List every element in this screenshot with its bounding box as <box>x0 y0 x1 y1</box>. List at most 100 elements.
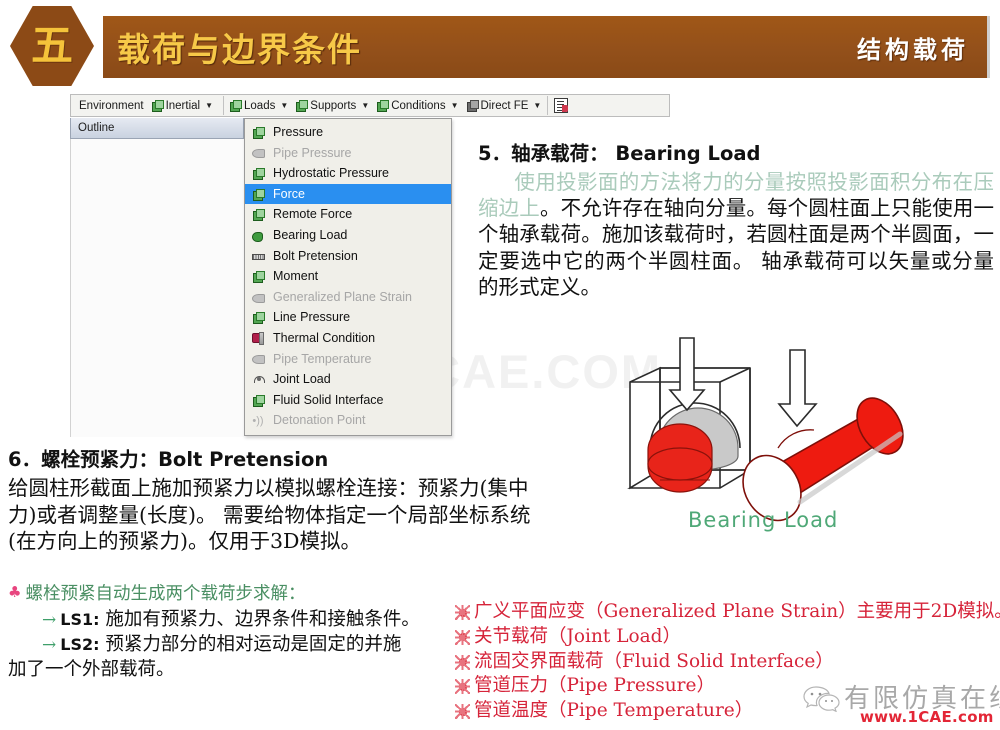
menu-item-fluid-solid-interface[interactable]: Fluid Solid Interface <box>245 390 451 411</box>
slide-page: 1CAE.COM 五 载荷与边界条件 结构载荷 Environment Iner… <box>0 0 1000 730</box>
menu-item-label: Force <box>273 186 305 201</box>
outline-tab-label: Outline <box>78 122 115 134</box>
loads-dropdown-menu[interactable]: Pressure Pipe Pressure Hydrostatic Press… <box>244 118 452 436</box>
bolt-step-tag: LS2: <box>60 634 100 654</box>
green-cube-icon <box>251 270 265 283</box>
green-cube-icon <box>251 394 265 407</box>
menu-item-label: Bearing Load <box>273 228 348 243</box>
arrow-right-icon: → <box>42 610 57 630</box>
sunburst-bullet-icon <box>455 679 470 695</box>
green-cube-icon <box>230 100 243 112</box>
list-item-label: 广义平面应变（Generalized Plane Strain）主要用于2D模拟… <box>474 601 1000 622</box>
menu-item-label: Generalized Plane Strain <box>273 289 412 304</box>
menu-item-bearing-load[interactable]: Bearing Load <box>245 225 451 246</box>
gray-thermometer-icon <box>251 353 265 365</box>
menu-item-label: Remote Force <box>273 207 353 222</box>
section-5-heading: 5．轴承载荷： Bearing Load <box>478 142 761 165</box>
bolt-step-ls2: → LS2: 预紧力部分的相对运动是固定的并施 <box>8 633 478 658</box>
chevron-down-icon[interactable]: ▼ <box>533 101 541 110</box>
header-banner: 载荷与边界条件 结构载荷 <box>103 16 990 78</box>
bolt-steps-heading-label: 螺栓预紧自动生成两个载荷步求解： <box>25 584 306 604</box>
brand-watermark: 有限仿真在线 www.1CAE.com <box>800 678 1000 726</box>
menu-item-label: Pipe Pressure <box>273 145 352 160</box>
sunburst-bullet-icon <box>455 629 470 645</box>
toolbar-supports-button[interactable]: Supports ▼ <box>292 95 373 116</box>
chevron-down-icon[interactable]: ▼ <box>361 101 369 110</box>
menu-item-thermal-condition[interactable]: Thermal Condition <box>245 328 451 349</box>
green-cube-icon <box>377 100 390 112</box>
section-5: 5．轴承载荷： Bearing Load 使用投影面的方法将力的分量按照投影面积… <box>478 137 994 300</box>
section-5-body: 使用投影面的方法将力的分量按照投影面积分布在压缩边上。不允许存在轴向分量。每个圆… <box>478 169 994 300</box>
sunburst-bullet-icon <box>455 704 470 720</box>
bolt-step-continuation: 加了一个外部载荷。 <box>8 658 175 680</box>
green-cube-icon <box>251 126 265 139</box>
sunburst-bullet-icon <box>455 654 470 670</box>
menu-item-label: Thermal Condition <box>273 330 376 345</box>
outline-tab[interactable]: Outline <box>70 118 244 139</box>
toolbar-direct-fe-button[interactable]: Direct FE ▼ <box>463 95 546 116</box>
menu-item-bolt-pretension[interactable]: Bolt Pretension <box>245 246 451 267</box>
inertial-label: Inertial <box>165 99 201 112</box>
menu-item-label: Pressure <box>273 125 324 140</box>
bolt-icon <box>251 251 265 261</box>
green-cube-icon <box>151 100 164 112</box>
section-6-line-1: 给圆柱形截面上施加预紧力以模拟螺栓连接：预紧力(集中 <box>8 476 529 500</box>
menu-item-detonation-point[interactable]: •)) Detonation Point <box>245 410 451 431</box>
toolbar-inertial-button[interactable]: Inertial ▼ <box>148 95 217 116</box>
chevron-down-icon[interactable]: ▼ <box>205 101 213 110</box>
sunburst-bullet-icon <box>455 605 470 620</box>
section-badge-number: 五 <box>30 21 73 70</box>
toolbar-divider <box>223 96 225 115</box>
list-item-label: 管道压力（Pipe Pressure） <box>474 675 715 697</box>
page-subtitle: 结构载荷 <box>857 34 969 64</box>
menu-item-line-pressure[interactable]: Line Pressure <box>245 307 451 328</box>
ansys-toolbar[interactable]: Environment Inertial ▼ Loads ▼ Supports … <box>70 94 670 117</box>
menu-item-pipe-pressure[interactable]: Pipe Pressure <box>245 143 451 164</box>
page-title: 载荷与边界条件 <box>117 30 362 69</box>
direct-fe-icon <box>466 100 479 112</box>
toolbar-environment-label: Environment <box>75 95 148 116</box>
menu-item-pipe-temperature[interactable]: Pipe Temperature <box>245 349 451 370</box>
menu-item-label: Pipe Temperature <box>273 351 372 366</box>
list-item: 广义平面应变（Generalized Plane Strain）主要用于2D模拟… <box>455 600 1000 625</box>
detonation-icon: •)) <box>252 414 264 427</box>
outline-panel <box>70 139 244 437</box>
arrow-right-icon: → <box>42 634 57 655</box>
toolbar-conditions-button[interactable]: Conditions ▼ <box>373 95 462 116</box>
list-item: 关节载荷（Joint Load） <box>455 625 1000 650</box>
menu-item-joint-load[interactable]: Joint Load <box>245 369 451 390</box>
menu-item-label: Joint Load <box>273 372 331 387</box>
bolt-step-tag: LS1: <box>60 610 100 629</box>
toolbar-report-button[interactable] <box>550 95 572 116</box>
conditions-label: Conditions <box>391 99 446 112</box>
chevron-down-icon[interactable]: ▼ <box>280 101 288 110</box>
bolt-steps-heading: ♣ 螺栓预紧自动生成两个载荷步求解： <box>8 580 478 605</box>
menu-item-label: Line Pressure <box>273 310 351 325</box>
diagram-caption: Bearing Load <box>688 508 839 532</box>
toolbar-loads-button[interactable]: Loads ▼ <box>226 95 292 116</box>
supports-label: Supports <box>310 99 357 112</box>
club-icon: ♣ <box>8 583 22 601</box>
list-item-label: 关节载荷（Joint Load） <box>474 625 681 647</box>
toolbar-divider <box>547 96 549 115</box>
green-cube-icon <box>251 188 265 201</box>
direct-fe-label: Direct FE <box>480 99 529 112</box>
menu-item-force[interactable]: Force <box>245 183 451 205</box>
section-5-body-rest: 。不允许存在轴向分量。每个圆柱面上只能使用一个轴承载荷。施加该载荷时，若圆柱面是… <box>478 196 994 299</box>
menu-item-remote-force[interactable]: Remote Force <box>245 204 451 225</box>
toolbar-group-environment: Environment Inertial ▼ <box>71 95 221 116</box>
gray-pipe-icon <box>251 292 265 303</box>
menu-item-moment[interactable]: Moment <box>245 266 451 287</box>
menu-item-generalized-plane-strain[interactable]: Generalized Plane Strain <box>245 287 451 308</box>
green-cube-icon <box>251 167 265 180</box>
slide-header: 五 载荷与边界条件 结构载荷 <box>0 0 1000 88</box>
document-icon <box>554 98 569 113</box>
joint-icon <box>251 373 265 385</box>
green-ellipse-icon <box>251 230 265 242</box>
brand-url: www.1CAE.com <box>860 708 994 726</box>
menu-item-hydrostatic-pressure[interactable]: Hydrostatic Pressure <box>245 163 451 184</box>
chevron-down-icon[interactable]: ▼ <box>451 101 459 110</box>
menu-item-label: Bolt Pretension <box>273 248 358 263</box>
menu-item-pressure[interactable]: Pressure <box>245 122 451 143</box>
gray-pipe-icon <box>251 147 265 159</box>
